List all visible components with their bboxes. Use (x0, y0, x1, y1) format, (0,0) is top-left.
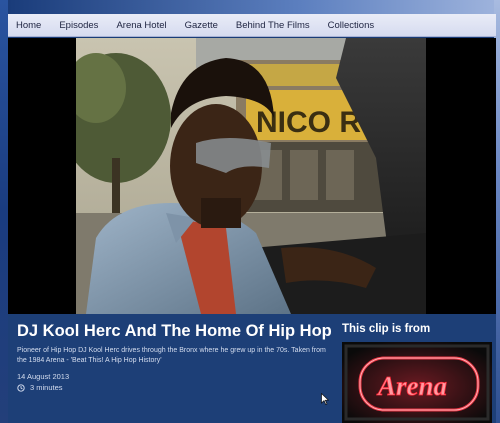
arena-logo-text: Arena (376, 371, 447, 401)
clip-info-panel: DJ Kool Herc And The Home Of Hip Hop Pio… (8, 314, 496, 423)
video-frame: NICO RNITU (76, 38, 426, 314)
clip-duration-label: 3 minutes (30, 383, 63, 392)
clip-title: DJ Kool Herc And The Home Of Hip Hop (17, 322, 332, 340)
window-top-strip (0, 0, 500, 14)
clock-icon (17, 383, 25, 392)
nav-item-episodes[interactable]: Episodes (59, 20, 98, 31)
nav-item-arena-hotel[interactable]: Arena Hotel (116, 20, 166, 31)
video-player[interactable]: NICO RNITU (8, 38, 496, 314)
nav-item-behind-the-films[interactable]: Behind The Films (236, 20, 310, 31)
main-navigation: Home Episodes Arena Hotel Gazette Behind… (8, 14, 496, 37)
mouse-cursor-icon (321, 393, 329, 405)
clip-date: 14 August 2013 (17, 372, 70, 381)
source-programme-thumbnail[interactable]: Arena (342, 342, 492, 423)
video-still: NICO RNITU (76, 38, 426, 314)
clip-duration: 3 minutes (17, 383, 63, 392)
clip-source-heading: This clip is from (342, 323, 431, 335)
nav-item-collections[interactable]: Collections (328, 20, 374, 31)
clip-description: Pioneer of Hip Hop DJ Kool Herc drives t… (17, 347, 326, 364)
arena-neon-logo: Arena (342, 342, 492, 423)
nav-item-home[interactable]: Home (16, 20, 41, 31)
nav-item-gazette[interactable]: Gazette (185, 20, 218, 31)
left-border (0, 0, 8, 423)
